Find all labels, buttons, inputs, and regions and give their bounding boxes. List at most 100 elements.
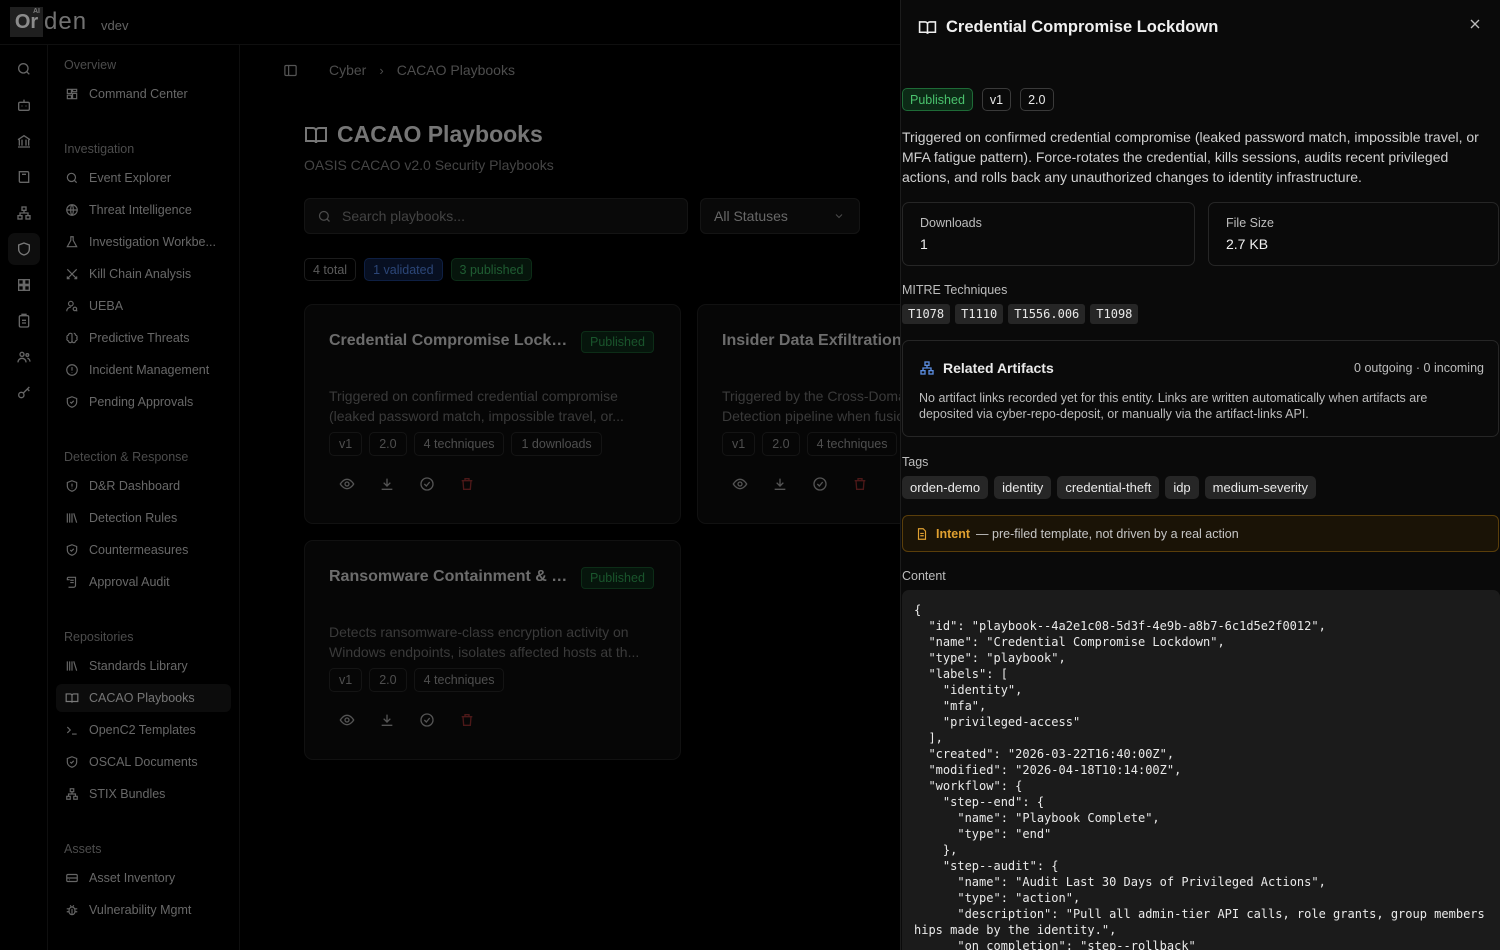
nav-item-label: CACAO Playbooks [89,691,195,705]
nav-item-label: Incident Management [89,363,210,377]
delete-button[interactable] [458,475,476,493]
card-description-line: (leaked password match, impossible trave… [329,408,624,424]
rail-clipboard-icon[interactable] [8,305,40,337]
delete-button[interactable] [851,475,869,493]
nav-item-asset-inventory[interactable]: Asset Inventory [56,864,231,892]
rail-network-icon[interactable] [8,197,40,229]
drawer-title-text: Credential Compromise Lockdown [946,18,1219,36]
eye-icon [339,714,355,726]
techniques-chip: 4 techniques [413,432,505,456]
status-badge: Published [581,331,654,353]
nav-item-dr-dashboard[interactable]: D&R Dashboard [56,472,231,500]
nav-item-command-center[interactable]: Command Center [56,80,231,108]
nav-item-event-explorer[interactable]: Event Explorer [56,164,231,192]
delete-button[interactable] [458,711,476,729]
search-box[interactable] [304,198,688,234]
rail-search-icon[interactable] [8,53,40,85]
tag-chip: credential-theft [1057,476,1160,499]
nav-item-predictive-threats[interactable]: Predictive Threats [56,324,231,352]
card-description: Detects ransomware-class encryption acti… [329,622,649,662]
nav-item-ueba[interactable]: UEBA [56,292,231,320]
card-actions [338,711,476,729]
rail-shield-icon[interactable] [8,233,40,265]
nav-item-label: Standards Library [89,659,188,673]
spec-chip: 2.0 [369,668,407,692]
playbook-card[interactable]: Insider Data Exfiltration Triggered by t… [697,304,900,524]
nav-item-label: Approval Audit [89,575,170,589]
detail-drawer: Credential Compromise Lockdown Published… [900,0,1500,950]
related-artifacts-counts: 0 outgoing · 0 incoming [1354,361,1484,375]
logo-mark: Or AI [10,7,43,37]
panel-toggle-icon[interactable] [283,63,298,83]
downloads-value: 1 [920,236,928,252]
related-artifacts-text: No artifact links recorded yet for this … [919,391,1428,421]
nav-item-approval-audit[interactable]: Approval Audit [56,568,231,596]
rail-grid-icon[interactable] [8,269,40,301]
tag-chip: idp [1165,476,1199,499]
rail-bot-icon[interactable] [8,89,40,121]
page-title-text: CACAO Playbooks [337,121,543,147]
nav-item-openc2-templates[interactable]: OpenC2 Templates [56,716,231,744]
rail-key-icon[interactable] [8,377,40,409]
nav-item-cacao-playbooks[interactable]: CACAO Playbooks [56,684,231,712]
nav-item-investigation-workbench[interactable]: Investigation Workbe... [56,228,231,256]
download-button[interactable] [771,475,789,493]
view-button[interactable] [338,475,356,493]
file-text-icon [917,527,927,540]
validate-button[interactable] [418,711,436,729]
rail-book-icon[interactable] [8,161,40,193]
nav-item-label: Asset Inventory [89,871,176,885]
card-description-line: Detects ransomware-class encryption acti… [329,624,629,640]
nav-item-standards-library[interactable]: Standards Library [56,652,231,680]
validate-button[interactable] [811,475,829,493]
top-bar: Or AI den vdev [0,0,900,45]
related-artifacts-title: Related Artifacts [919,360,1054,376]
status-filter-select[interactable]: All Statuses [700,198,860,234]
book-open-icon [305,126,327,143]
nav-item-threat-intelligence[interactable]: Threat Intelligence [56,196,231,224]
page-subtitle: OASIS CACAO v2.0 Security Playbooks [304,157,554,173]
search-input[interactable] [342,208,662,224]
nav-item-pending-approvals[interactable]: Pending Approvals [56,388,231,416]
nav-item-oscal-documents[interactable]: OSCAL Documents [56,748,231,776]
rail-users-icon[interactable] [8,341,40,373]
version-chip: v1 [329,668,363,692]
download-icon [774,478,786,490]
total-count-badge: 4 total [304,258,357,281]
nav-item-countermeasures[interactable]: Countermeasures [56,536,231,564]
techniques-chip: 4 techniques [806,432,898,456]
close-icon[interactable] [1467,16,1483,32]
nav-item-stix-bundles[interactable]: STIX Bundles [56,780,231,808]
page-title: CACAO Playbooks [304,121,543,148]
library-icon [66,661,78,671]
chevron-down-icon [835,214,843,219]
rail-bank-icon[interactable] [8,125,40,157]
app-version: vdev [101,17,129,33]
playbook-card[interactable]: Credential Compromise Lockd... Published… [304,304,681,524]
playbook-card[interactable]: Ransomware Containment & R... Published … [304,540,681,760]
nav-item-label: Investigation Workbe... [89,235,216,249]
version-badge: v1 [981,88,1012,111]
view-button[interactable] [731,475,749,493]
mitre-techniques: T1078 T1110 T1556.006 T1098 [902,304,1139,324]
download-button[interactable] [378,475,396,493]
download-button[interactable] [378,711,396,729]
network-icon [66,788,78,800]
nav-item-vulnerability-mgmt[interactable]: Vulnerability Mgmt [56,896,231,924]
globe-icon [66,204,78,216]
nav-item-label: Vulnerability Mgmt [89,903,192,917]
card-actions [731,475,869,493]
breadcrumb-item-cyber[interactable]: Cyber [329,62,366,78]
app-logo[interactable]: Or AI den vdev [10,7,129,37]
scroll-icon [66,576,77,588]
nav-item-label: STIX Bundles [89,787,166,801]
view-button[interactable] [338,711,356,729]
content-code-block[interactable]: { "id": "playbook--4a2e1c08-5d3f-4e9b-a8… [902,590,1500,950]
shield-icon [66,480,78,492]
validate-button[interactable] [418,475,436,493]
card-title: Credential Compromise Lockd... [329,332,574,349]
nav-item-kill-chain[interactable]: Kill Chain Analysis [56,260,231,288]
nav-item-detection-rules[interactable]: Detection Rules [56,504,231,532]
mitre-technique-chip: T1098 [1090,304,1139,324]
nav-item-incident-management[interactable]: Incident Management [56,356,231,384]
